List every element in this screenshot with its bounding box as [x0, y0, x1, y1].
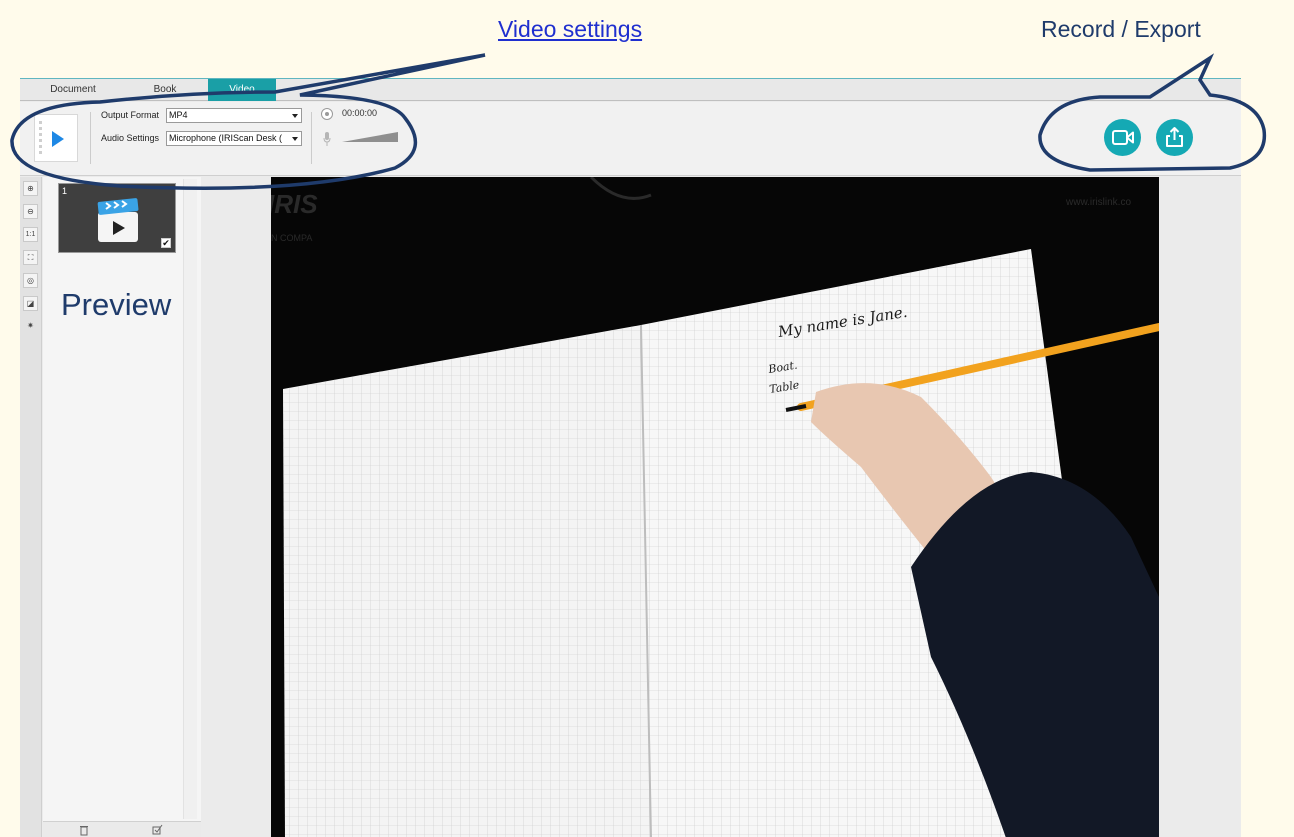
audio-settings-select[interactable]: Microphone (IRIScan Desk ( — [166, 131, 302, 146]
tab-video[interactable]: Video — [208, 79, 276, 101]
live-preview: IRIS N COMPA www.irislink.co My name is … — [271, 177, 1159, 837]
clapperboard-icon — [97, 198, 139, 242]
record-timer: 00:00:00 — [342, 108, 378, 118]
thumbnail-checkbox[interactable]: ✔ — [161, 238, 171, 248]
microphone-icon — [323, 132, 331, 146]
thumbnail-actions — [43, 821, 201, 837]
divider — [311, 112, 312, 164]
right-gutter — [1159, 177, 1241, 837]
film-strip-icon — [39, 121, 42, 155]
url-watermark: www.irislink.co — [1065, 197, 1131, 208]
tab-document[interactable]: Document — [48, 79, 98, 101]
output-format-label: Output Format — [101, 110, 160, 120]
record-indicator-icon — [321, 108, 333, 120]
page: Video settings Record / Export Document … — [0, 0, 1294, 837]
play-icon — [52, 131, 64, 147]
chevron-down-icon — [292, 137, 298, 141]
record-button[interactable] — [1104, 119, 1141, 156]
webcam-icon[interactable]: ◎ — [23, 273, 38, 288]
share-export-icon — [1166, 127, 1183, 147]
preview-annotation: Preview — [61, 287, 172, 322]
fit-window-icon[interactable]: ⛶ — [23, 250, 38, 265]
output-format-select[interactable]: MP4 — [166, 108, 302, 123]
crop-icon[interactable]: ◪ — [23, 296, 38, 311]
video-thumbnail[interactable]: 1 ✔ — [58, 183, 176, 253]
tab-book[interactable]: Book — [140, 79, 190, 101]
volume-slider[interactable] — [342, 132, 398, 142]
actual-size-button[interactable]: 1:1 — [23, 227, 38, 242]
video-mode-icon[interactable] — [34, 114, 78, 162]
company-watermark: N COMPA — [271, 233, 312, 243]
audio-settings-label: Audio Settings — [101, 133, 160, 143]
brightness-icon[interactable]: ✷ — [23, 319, 38, 334]
trash-icon[interactable] — [78, 824, 90, 836]
zoom-out-icon[interactable]: ⊖ — [23, 204, 38, 219]
zoom-in-icon[interactable]: ⊕ — [23, 181, 38, 196]
video-camera-icon — [1112, 130, 1134, 145]
thumbnail-panel: 1 ✔ Preview — [43, 177, 201, 837]
camera-feed-image: IRIS N COMPA www.irislink.co My name is … — [271, 177, 1159, 837]
app-window: Document Book Video Output Format MP4 Au… — [20, 78, 1241, 837]
video-toolbar: Output Format MP4 Audio Settings Microph… — [20, 102, 1241, 176]
output-format-value: MP4 — [169, 110, 188, 120]
chevron-down-icon — [292, 114, 298, 118]
left-toolbar: ⊕ ⊖ 1:1 ⛶ ◎ ◪ ✷ — [20, 177, 42, 837]
left-gutter — [201, 177, 271, 837]
iris-watermark: IRIS — [271, 189, 318, 219]
export-button[interactable] — [1156, 119, 1193, 156]
video-settings-annotation[interactable]: Video settings — [498, 16, 642, 43]
tab-bar: Document Book Video — [20, 79, 1241, 101]
select-all-icon[interactable] — [151, 824, 163, 836]
thumbnail-scrollbar[interactable] — [183, 179, 197, 819]
thumbnail-number: 1 — [62, 186, 68, 196]
divider — [90, 112, 91, 164]
record-export-annotation: Record / Export — [1041, 16, 1201, 42]
audio-settings-value: Microphone (IRIScan Desk ( — [169, 133, 283, 143]
